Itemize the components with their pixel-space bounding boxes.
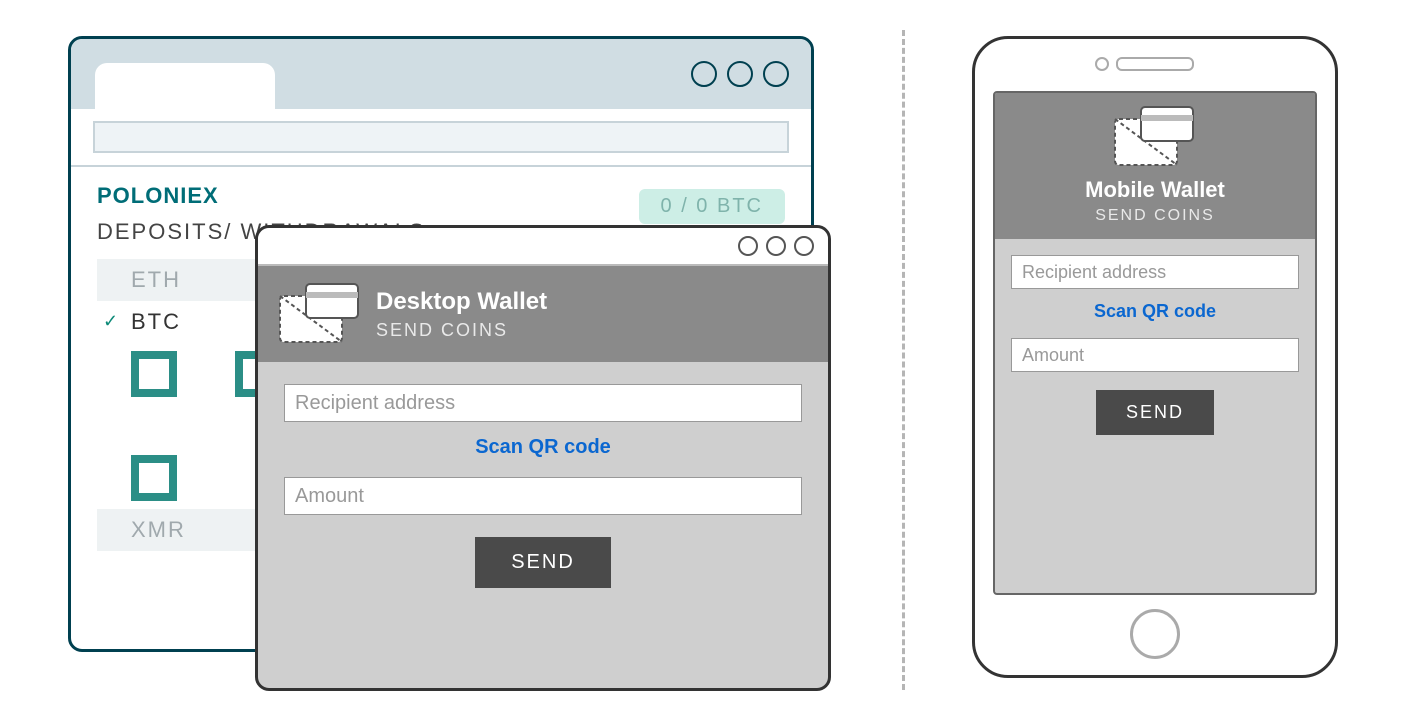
mobile-wallet-title: Mobile Wallet <box>995 177 1315 203</box>
mobile-wallet-screen: Mobile Wallet SEND COINS Recipient addre… <box>993 91 1317 595</box>
url-bar-row <box>71 109 811 167</box>
vertical-divider <box>902 30 905 690</box>
window-control-icon[interactable] <box>763 61 789 87</box>
send-button[interactable]: SEND <box>475 537 611 588</box>
placeholder-text: Amount <box>295 485 364 508</box>
phone-home-button-icon[interactable] <box>1130 609 1180 659</box>
desktop-wallet-header: Desktop Wallet SEND COINS <box>258 266 828 362</box>
window-controls <box>691 61 789 87</box>
mobile-wallet-body: Recipient address Scan QR code Amount SE… <box>995 239 1315 451</box>
mobile-wallet-header: Mobile Wallet SEND COINS <box>995 93 1315 239</box>
scan-qr-link[interactable]: Scan QR code <box>1011 301 1299 322</box>
balance-pill: 0 / 0 BTC <box>639 189 785 224</box>
mobile-device-frame: Mobile Wallet SEND COINS Recipient addre… <box>972 36 1338 678</box>
desktop-wallet-subtitle: SEND COINS <box>376 320 547 341</box>
recipient-address-input[interactable]: Recipient address <box>284 384 802 422</box>
phone-camera-icon <box>1095 57 1109 71</box>
amount-input[interactable]: Amount <box>1011 338 1299 372</box>
send-button[interactable]: SEND <box>1096 390 1214 435</box>
url-bar[interactable] <box>93 121 789 153</box>
amount-input[interactable]: Amount <box>284 477 802 515</box>
wallet-icon <box>995 105 1315 169</box>
window-control-icon[interactable] <box>727 61 753 87</box>
browser-tab[interactable] <box>467 63 647 109</box>
placeholder-text: Recipient address <box>1022 262 1166 283</box>
recipient-address-input[interactable]: Recipient address <box>1011 255 1299 289</box>
wallet-icon <box>278 282 362 346</box>
mobile-wallet-subtitle: SEND COINS <box>995 207 1315 225</box>
placeholder-text: Amount <box>1022 345 1084 366</box>
desktop-wallet-body: Recipient address Scan QR code Amount SE… <box>258 362 828 610</box>
window-controls <box>738 236 814 256</box>
window-control-icon[interactable] <box>766 236 786 256</box>
browser-tab[interactable] <box>281 63 461 109</box>
desktop-wallet-title: Desktop Wallet <box>376 288 547 316</box>
scan-qr-link[interactable]: Scan QR code <box>284 436 802 459</box>
desktop-wallet-window: Desktop Wallet SEND COINS Recipient addr… <box>255 225 831 691</box>
browser-tab-strip <box>71 39 811 109</box>
browser-tab-active[interactable] <box>95 63 275 109</box>
window-control-icon[interactable] <box>794 236 814 256</box>
desktop-wallet-titlebar <box>258 228 828 266</box>
window-control-icon[interactable] <box>691 61 717 87</box>
placeholder-text: Recipient address <box>295 392 455 415</box>
window-control-icon[interactable] <box>738 236 758 256</box>
